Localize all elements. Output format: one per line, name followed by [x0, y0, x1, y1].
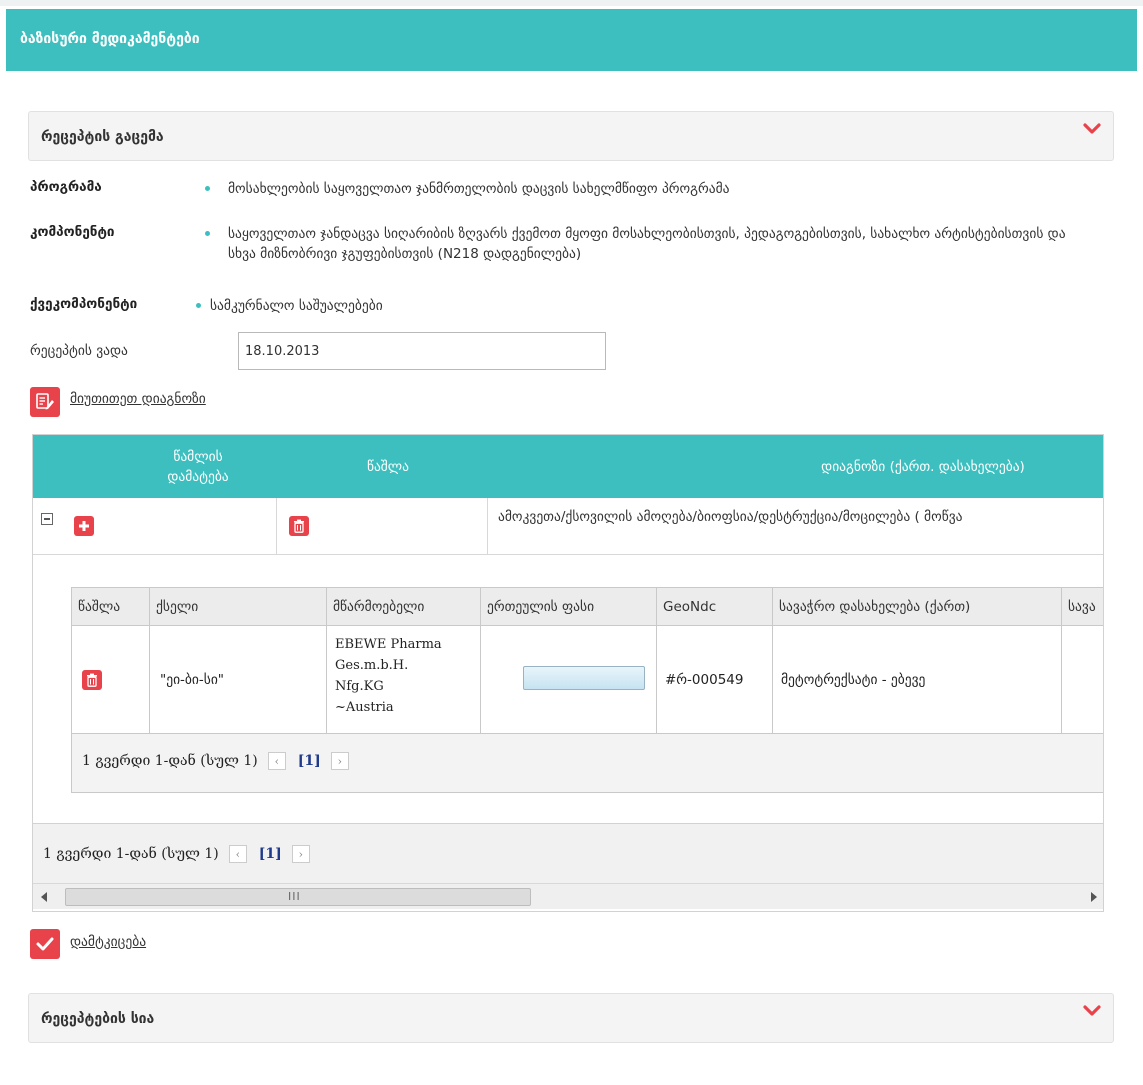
unit-price-input[interactable] — [523, 666, 645, 690]
column-unit-price[interactable]: ერთეულის ფასი — [481, 588, 657, 626]
plus-icon — [79, 521, 89, 531]
scroll-left-icon[interactable] — [41, 892, 47, 902]
column-add-drug[interactable]: წამლის დამატება — [123, 435, 273, 498]
specify-diagnosis-link[interactable]: მიუთითეთ დიაგნოზი — [70, 391, 206, 407]
check-icon — [36, 937, 54, 951]
grid-header: წამლის დამატება წაშლა დიაგნოზი (ქართ. და… — [33, 435, 1103, 498]
edit-diagnosis-button[interactable] — [30, 387, 60, 417]
column-delete[interactable]: წაშლა — [313, 435, 463, 498]
page-number[interactable]: [1] — [298, 753, 321, 769]
chevron-right-icon[interactable]: › — [330, 752, 349, 770]
page-number[interactable]: [1] — [259, 846, 282, 862]
trade-name-value: მეტოტრექსატი - ებევე — [781, 672, 926, 688]
column-geondc[interactable]: GeoNdc — [657, 588, 773, 626]
program-label: პროგრამა — [30, 179, 102, 195]
drugs-table-header: წაშლა ქსელი მწარმოებელი ერთეულის ფასი Ge… — [72, 588, 1103, 626]
validity-date-input[interactable] — [238, 332, 606, 370]
drug-detail-area: წაშლა ქსელი მწარმოებელი ერთეულის ფასი Ge… — [33, 555, 1103, 823]
validity-label: რეცეპტის ვადა — [30, 343, 128, 359]
table-row: "ეი-ბი-სი" EBEWE Pharma Ges.m.b.H. Nfg.K… — [72, 626, 1103, 734]
component-value: საყოველთაო ჯანდაცვა სიღარიბის ზღვარს ქვე… — [228, 226, 1066, 262]
outer-pager: 1 გვერდი 1-დან (სულ 1) ‹ [1] › — [43, 845, 310, 863]
delete-diagnosis-button[interactable] — [289, 516, 309, 536]
edit-icon — [36, 393, 54, 410]
bullet-icon — [205, 186, 210, 191]
pager-info: 1 გვერდი 1-დან (სულ 1) — [43, 846, 219, 862]
collapse-icon[interactable] — [41, 513, 53, 525]
table-row: ამოკვეთა/ქსოვილის ამოღება/ბიოფსია/დესტრუ… — [33, 498, 1103, 555]
column-network[interactable]: ქსელი — [150, 588, 327, 626]
app-header: ბაზისური მედიკამენტები — [6, 9, 1137, 71]
pager-info: 1 გვერდი 1-დან (სულ 1) — [82, 753, 258, 769]
trash-icon — [294, 519, 304, 533]
prescription-issue-title: რეცეპტის გაცემა — [41, 129, 164, 145]
manufacturer-value: EBEWE Pharma Ges.m.b.H. Nfg.KG ~Austria — [335, 637, 442, 715]
top-strip — [0, 0, 1143, 6]
column-trade-name-other[interactable]: სავა — [1062, 588, 1103, 626]
prescriptions-list-title: რეცეპტების სია — [41, 1011, 155, 1027]
network-value: "ეი-ბი-სი" — [160, 672, 225, 688]
bullet-icon — [196, 303, 201, 308]
outer-pager-area: 1 გვერდი 1-დან (სულ 1) ‹ [1] › — [33, 823, 1103, 883]
chevron-down-icon[interactable] — [1083, 1004, 1101, 1018]
subcomponent-label: ქვეკომპონენტი — [30, 296, 138, 312]
geondc-value: #რ-000549 — [665, 672, 744, 688]
scrollbar-thumb[interactable]: III — [65, 888, 531, 906]
prescription-issue-panel-header[interactable]: რეცეპტის გაცემა — [28, 111, 1114, 161]
column-diagnosis[interactable]: დიაგნოზი (ქართ. დასახელება) — [753, 435, 1093, 498]
horizontal-scrollbar[interactable]: III — [33, 883, 1103, 909]
chevron-right-icon[interactable]: › — [291, 845, 310, 863]
chevron-left-icon[interactable]: ‹ — [228, 845, 247, 863]
page-title: ბაზისური მედიკამენტები — [20, 31, 200, 47]
scroll-right-icon[interactable] — [1091, 892, 1097, 902]
add-drug-button[interactable] — [74, 516, 94, 536]
diagnosis-grid: წამლის დამატება წაშლა დიაგნოზი (ქართ. და… — [32, 434, 1104, 912]
inner-pager: 1 გვერდი 1-დან (სულ 1) ‹ [1] › — [82, 752, 349, 770]
chevron-down-icon[interactable] — [1083, 122, 1101, 136]
program-value: მოსახლეობის საყოველთაო ჯანმრთელობის დაცვ… — [228, 181, 730, 197]
prescriptions-list-panel-header[interactable]: რეცეპტების სია — [28, 993, 1114, 1043]
trash-icon — [87, 673, 97, 687]
confirm-button[interactable] — [30, 929, 60, 959]
column-delete[interactable]: წაშლა — [72, 588, 150, 626]
bullet-icon — [205, 231, 210, 236]
subcomponent-value: სამკურნალო საშუალებები — [210, 298, 383, 314]
component-label: კომპონენტი — [30, 224, 115, 240]
delete-drug-button[interactable] — [82, 670, 102, 690]
diagnosis-cell: ამოკვეთა/ქსოვილის ამოღება/ბიოფსია/დესტრუ… — [498, 509, 963, 525]
column-manufacturer[interactable]: მწარმოებელი — [327, 588, 481, 626]
confirm-link[interactable]: დამტკიცება — [70, 934, 146, 950]
drugs-table: წაშლა ქსელი მწარმოებელი ერთეულის ფასი Ge… — [71, 587, 1103, 793]
column-trade-name[interactable]: სავაჭრო დასახელება (ქართ) — [773, 588, 1062, 626]
chevron-left-icon[interactable]: ‹ — [267, 752, 286, 770]
